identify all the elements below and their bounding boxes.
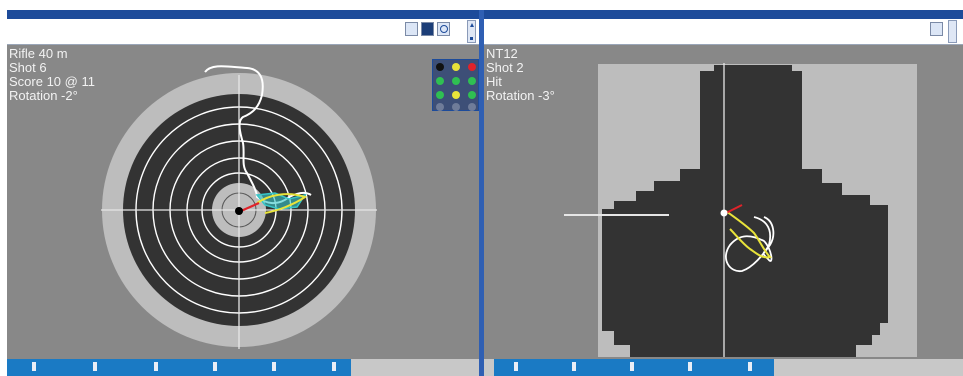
right-info-bar xyxy=(484,19,963,45)
right-info-result: Hit xyxy=(486,74,502,89)
left-info-rotation: Rotation -2° xyxy=(9,88,78,103)
right-target-window: NT12 Shot 2 Hit Rotation -3° xyxy=(484,10,963,376)
left-info-score: Score 10 @ 11 xyxy=(9,74,95,89)
scroll-down-icon[interactable] xyxy=(470,37,473,40)
window-mode-button[interactable] xyxy=(405,22,418,36)
right-window-mode-button[interactable] xyxy=(930,22,943,36)
left-mini-scroll[interactable] xyxy=(467,20,476,43)
left-status-bar[interactable] xyxy=(7,359,479,376)
left-title-bar xyxy=(7,10,479,19)
right-info-target: NT12 xyxy=(486,46,518,61)
left-shot-strip[interactable] xyxy=(7,359,351,376)
left-shot-info: Rifle 40 m Shot 6 Score 10 @ 11 Rotation… xyxy=(9,47,95,103)
left-info-discipline: Rifle 40 m xyxy=(9,46,68,61)
right-info-rotation: Rotation -3° xyxy=(486,88,555,103)
right-mini-scroll[interactable] xyxy=(948,20,957,43)
left-target-window: Rifle 40 m Shot 6 Score 10 @ 11 Rotation… xyxy=(7,10,479,376)
scroll-up-icon[interactable] xyxy=(470,23,474,27)
left-info-bar xyxy=(7,19,479,45)
shot-palette[interactable] xyxy=(432,59,479,111)
left-info-shot: Shot 6 xyxy=(9,60,47,75)
right-shot-strip[interactable] xyxy=(494,359,774,376)
right-title-bar xyxy=(484,10,963,19)
right-shot-info: NT12 Shot 2 Hit Rotation -3° xyxy=(486,47,555,103)
right-status-bar[interactable] xyxy=(484,359,963,376)
shot-hole xyxy=(235,207,243,215)
right-info-shot: Shot 2 xyxy=(486,60,524,75)
settings-button[interactable] xyxy=(437,22,450,36)
target-view-button[interactable] xyxy=(421,22,434,36)
right-shot-hole xyxy=(720,209,728,217)
right-target-canvas xyxy=(564,63,917,357)
